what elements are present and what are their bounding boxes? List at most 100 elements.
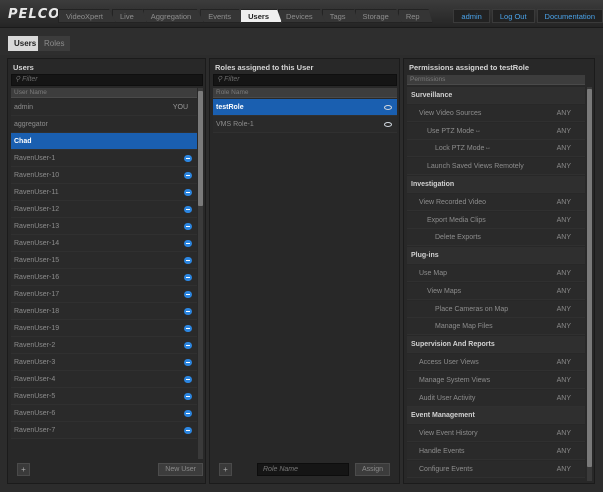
permissions-scrollbar[interactable] (587, 87, 592, 481)
nav-tab-live[interactable]: Live (111, 9, 147, 23)
user-row[interactable]: aggregator (11, 116, 197, 133)
subtab-roles[interactable]: Roles (38, 36, 71, 51)
remove-user-icon[interactable] (184, 410, 192, 417)
user-row[interactable]: Chad (11, 133, 197, 150)
user-row[interactable]: RavenUser-10 (11, 167, 197, 184)
user-row[interactable]: RavenUser-13 (11, 218, 197, 235)
user-row[interactable]: RavenUser-4 (11, 371, 197, 388)
add-user-icon[interactable]: + (17, 463, 30, 476)
nav-tab-rep[interactable]: Rep (397, 9, 433, 23)
add-role-icon[interactable]: + (219, 463, 232, 476)
users-list: admin YOU aggregator Chad RavenUser-1 RavenUs… (11, 99, 197, 459)
remove-user-icon[interactable] (184, 359, 192, 366)
permission-row[interactable]: Manage Map Files ANY (407, 318, 585, 336)
link-log-out[interactable]: Log Out (491, 9, 535, 23)
view-role-icon[interactable] (384, 122, 392, 127)
nav-tab-videoxpert[interactable]: VideoXpert (58, 9, 116, 23)
user-row[interactable]: RavenUser-12 (11, 201, 197, 218)
user-row[interactable]: RavenUser-5 (11, 388, 197, 405)
nav-tab-devices[interactable]: Devices (278, 9, 326, 23)
user-row[interactable]: RavenUser-15 (11, 252, 197, 269)
permission-scope: ANY (556, 465, 571, 473)
nav-tab-aggregation[interactable]: Aggregation (142, 9, 205, 23)
remove-user-icon[interactable] (184, 427, 192, 434)
remove-user-icon[interactable] (184, 223, 192, 230)
view-role-icon[interactable] (384, 105, 392, 110)
user-row[interactable]: RavenUser-16 (11, 269, 197, 286)
assign-button[interactable]: Assign (355, 463, 391, 476)
link-admin[interactable]: admin (453, 9, 490, 23)
permission-row[interactable]: View Recorded Video ANY (407, 193, 585, 211)
user-row[interactable]: RavenUser-6 (11, 405, 197, 422)
user-name: RavenUser-12 (14, 206, 60, 213)
nav-tab-tags[interactable]: Tags (321, 9, 359, 23)
user-row[interactable]: RavenUser-2 (11, 337, 197, 354)
permission-row[interactable]: View Maps ANY (407, 282, 585, 300)
permission-label: Lock PTZ Mode (435, 145, 485, 153)
permission-row[interactable]: Export Media Clips ANY (407, 211, 585, 229)
permission-row[interactable]: View Video Sources ANY (407, 104, 585, 122)
permission-row[interactable]: Use PTZ Mode ↔ ANY (407, 122, 585, 140)
remove-user-icon[interactable] (184, 291, 192, 298)
user-row[interactable]: RavenUser-1 (11, 150, 197, 167)
remove-user-icon[interactable] (184, 376, 192, 383)
permission-row[interactable]: Access User Views ANY (407, 354, 585, 371)
nav-tab-storage[interactable]: Storage (354, 9, 402, 23)
role-name-input[interactable]: Role Name (257, 463, 349, 476)
remove-user-icon[interactable] (184, 342, 192, 349)
permission-row[interactable]: View Event History ANY (407, 425, 585, 443)
users-scrollbar[interactable] (198, 88, 203, 459)
user-row[interactable]: RavenUser-14 (11, 235, 197, 252)
permission-scope: ANY (556, 163, 571, 171)
nav-tab-events[interactable]: Events (200, 9, 245, 23)
user-name: RavenUser-13 (14, 223, 60, 230)
remove-user-icon[interactable] (184, 325, 192, 332)
user-row[interactable]: RavenUser-19 (11, 320, 197, 337)
remove-user-icon[interactable] (184, 257, 192, 264)
permission-row[interactable]: Audit User Activity ANY (407, 389, 585, 407)
remove-user-icon[interactable] (184, 240, 192, 247)
role-row[interactable]: VMS Role-1 (213, 116, 397, 133)
permissions-scrollbar-thumb[interactable] (587, 89, 592, 467)
link-documentation[interactable]: Documentation (536, 9, 603, 23)
permission-row[interactable]: Manage System Views ANY (407, 371, 585, 389)
new-user-button[interactable]: New User (158, 463, 203, 476)
permission-row[interactable]: Place Cameras on Map ANY (407, 300, 585, 318)
permissions-column-header[interactable]: Permissions (407, 75, 585, 85)
role-row[interactable]: testRole (213, 99, 397, 116)
user-name: RavenUser-3 (14, 359, 56, 366)
user-name: Chad (14, 138, 32, 145)
permission-row[interactable]: Handle Events ANY (407, 443, 585, 460)
users-scrollbar-thumb[interactable] (198, 91, 203, 206)
remove-user-icon[interactable] (184, 155, 192, 162)
permissions-panel-title: Permissions assigned to testRole (409, 63, 530, 72)
remove-user-icon[interactable] (184, 274, 192, 281)
permission-row[interactable]: Delete Exports ANY (407, 229, 585, 247)
permission-row[interactable]: Configure Events ANY (407, 460, 585, 478)
user-row[interactable]: RavenUser-11 (11, 184, 197, 201)
remove-user-icon[interactable] (184, 308, 192, 315)
user-row[interactable]: RavenUser-18 (11, 303, 197, 320)
remove-user-icon[interactable] (184, 206, 192, 213)
permission-row[interactable]: Launch Saved Views Remotely ANY (407, 158, 585, 176)
roles-filter-input[interactable]: ⚲ Filter (213, 74, 397, 86)
users-column-header[interactable]: User Name (11, 88, 197, 98)
remove-user-icon[interactable] (184, 172, 192, 179)
user-name: RavenUser-4 (14, 376, 56, 383)
user-row[interactable]: RavenUser-3 (11, 354, 197, 371)
pelco-logo: PELCO (8, 7, 61, 22)
roles-panel: Roles assigned to this User ⚲ Filter Rol… (209, 58, 400, 484)
roles-column-header[interactable]: Role Name (213, 88, 397, 98)
nav-tab-users[interactable]: Users (240, 9, 282, 23)
user-row[interactable]: admin YOU (11, 99, 197, 116)
user-row[interactable]: RavenUser-7 (11, 422, 197, 439)
remove-user-icon[interactable] (184, 189, 192, 196)
sub-tab-bar: Users Roles (0, 28, 603, 55)
ptz-icon: ↔ (485, 145, 491, 152)
users-panel-title: Users (13, 63, 34, 72)
users-filter-input[interactable]: ⚲ Filter (11, 74, 203, 86)
permission-row[interactable]: Lock PTZ Mode ↔ ANY (407, 140, 585, 158)
user-row[interactable]: RavenUser-17 (11, 286, 197, 303)
remove-user-icon[interactable] (184, 393, 192, 400)
permission-row[interactable]: Use Map ANY (407, 265, 585, 282)
